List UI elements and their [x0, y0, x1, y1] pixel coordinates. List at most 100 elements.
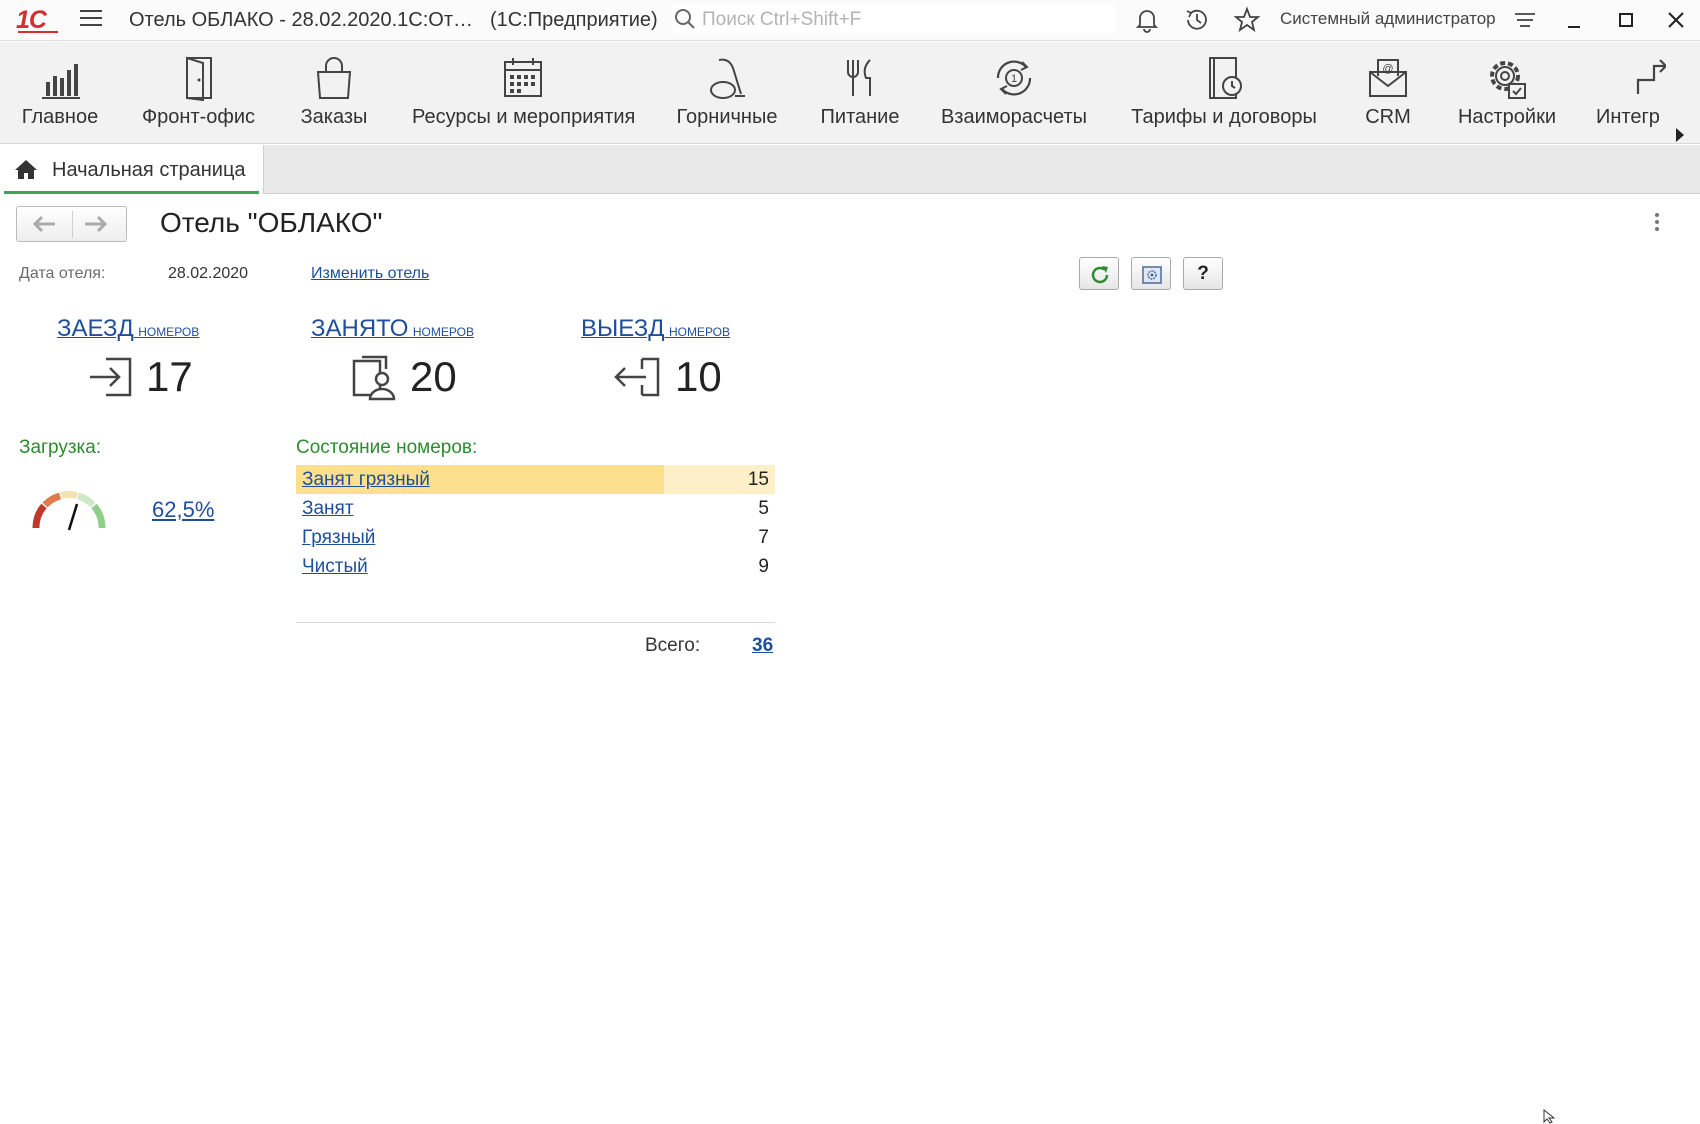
integration-icon [1636, 59, 1666, 94]
section-label: Питание [820, 106, 900, 128]
main-menu-icon[interactable] [80, 10, 102, 30]
vacuum-icon [710, 58, 745, 99]
section-integration[interactable]: Интегр [1596, 42, 1666, 144]
room-state-count: 9 [758, 556, 769, 577]
load-value-link[interactable]: 62,5% [152, 497, 214, 523]
mouse-cursor-icon [1543, 1109, 1556, 1124]
crm-mail-icon: @ [1369, 59, 1407, 97]
checkout-head: ВЫЕЗД [581, 315, 665, 342]
checkin-count: 17 [146, 353, 193, 400]
search-placeholder: Поиск Ctrl+Shift+F [702, 9, 862, 30]
tab-label: Начальная страница [52, 159, 246, 181]
room-state-label: Состояние номеров: [296, 437, 478, 458]
minimize-icon[interactable] [1560, 6, 1588, 34]
bar-chart-icon [42, 64, 80, 99]
section-label: Интегр [1596, 106, 1660, 128]
section-orders[interactable]: Заказы [288, 42, 380, 144]
title-bar: 1С Отель ОБЛАКО - 28.02.2020.1С:От… (1С:… [0, 0, 1700, 41]
shopping-bag-icon [316, 57, 352, 99]
user-name[interactable]: Системный администратор [1280, 9, 1496, 29]
section-label: Настройки [1457, 106, 1557, 128]
nav-separator [72, 211, 73, 238]
occupied-head: ЗАНЯТО [311, 315, 409, 342]
section-label: Фронт-офис [141, 106, 256, 128]
section-label: Тарифы и договоры [1131, 106, 1317, 128]
tab-home-page[interactable]: Начальная страница [0, 145, 264, 194]
section-settings[interactable]: Настройки [1454, 42, 1560, 144]
occupied-link[interactable]: ЗАНЯТО номеров [311, 315, 474, 343]
section-food[interactable]: Питание [812, 42, 908, 144]
section-label: CRM [1365, 106, 1411, 128]
room-state-name-link[interactable]: Грязный [302, 527, 375, 549]
forward-arrow-icon[interactable] [81, 213, 111, 235]
refresh-button[interactable] [1079, 257, 1119, 290]
maximize-icon[interactable] [1612, 6, 1640, 34]
section-label: Взаиморасчеты [940, 106, 1088, 128]
home-icon [15, 160, 37, 179]
back-arrow-icon[interactable] [29, 213, 59, 235]
room-state-divider [296, 622, 775, 623]
cutlery-icon [847, 59, 871, 96]
hotel-date-value: 28.02.2020 [168, 265, 249, 282]
checkin-sub: номеров [138, 321, 200, 340]
section-front-office[interactable]: Фронт-офис [136, 42, 261, 144]
room-state-count: 15 [747, 469, 769, 490]
section-resources[interactable]: Ресурсы и мероприятия [412, 42, 636, 144]
close-icon[interactable] [1662, 6, 1690, 34]
section-label: Горничные [676, 106, 778, 128]
section-tariffs[interactable]: Тарифы и договоры [1130, 42, 1318, 144]
section-label: Главное [21, 106, 99, 128]
room-state-name-link[interactable]: Занят [302, 498, 354, 520]
checkin-icon [90, 357, 132, 397]
contract-icon [1209, 57, 1242, 99]
room-state-row[interactable]: Чистый 9 [296, 552, 775, 581]
page-title: Отель "ОБЛАКО" [160, 207, 383, 238]
sections-panel: Главное Фронт-офис Заказы Ресурсы и меро… [0, 42, 1700, 144]
bell-icon[interactable] [1133, 6, 1161, 34]
checkout-icon [614, 357, 660, 397]
more-actions-icon[interactable] [1655, 213, 1659, 233]
room-state-name-link[interactable]: Чистый [302, 556, 368, 578]
checkin-head: ЗАЕЗД [57, 315, 134, 342]
settings-form-icon [1142, 266, 1162, 284]
1c-logo[interactable]: 1С [16, 6, 62, 34]
svg-text:1: 1 [1011, 73, 1017, 85]
open-tabs-bar: Начальная страница [0, 145, 1700, 194]
load-gauge [32, 491, 106, 531]
active-tab-indicator [4, 191, 259, 194]
occupied-room-icon [352, 355, 396, 401]
room-state-name-link[interactable]: Занят грязный [302, 469, 430, 491]
history-nav [16, 206, 127, 242]
platform-label: (1С:Предприятие) [490, 9, 658, 31]
section-main[interactable]: Главное [8, 42, 112, 144]
room-state-row[interactable]: Грязный 7 [296, 523, 775, 552]
scroll-sections-right-icon[interactable] [1676, 128, 1684, 142]
settlement-icon: 1 [996, 60, 1032, 96]
room-state-count: 7 [758, 527, 769, 548]
window-title: Отель ОБЛАКО - 28.02.2020.1С:От… [129, 9, 473, 31]
occupied-count: 20 [410, 353, 457, 400]
room-state-count: 5 [758, 498, 769, 519]
change-hotel-link[interactable]: Изменить отель [311, 265, 429, 283]
total-value-link[interactable]: 36 [752, 635, 773, 657]
settings-menu-icon[interactable] [1511, 6, 1539, 34]
section-settlements[interactable]: 1 Взаиморасчеты [938, 42, 1090, 144]
favorites-star-icon[interactable] [1233, 6, 1261, 34]
checkin-link[interactable]: ЗАЕЗД номеров [57, 315, 199, 343]
gauge-needle [67, 503, 79, 531]
hotel-date-label: Дата отеля: [19, 265, 106, 282]
total-label: Всего: [645, 635, 701, 656]
history-icon[interactable] [1183, 6, 1211, 34]
room-state-row[interactable]: Занят 5 [296, 494, 775, 523]
settings-button[interactable] [1131, 257, 1171, 290]
search-field[interactable]: Поиск Ctrl+Shift+F [672, 4, 1116, 34]
room-state-row[interactable]: Занят грязный 15 [296, 465, 775, 494]
checkout-link[interactable]: ВЫЕЗД номеров [581, 315, 730, 343]
section-maids[interactable]: Горничные [672, 42, 782, 144]
help-button[interactable]: ? [1183, 257, 1223, 290]
checkout-count: 10 [675, 353, 722, 400]
section-crm[interactable]: @ CRM [1354, 42, 1422, 144]
checkout-sub: номеров [668, 321, 731, 340]
section-label: Ресурсы и мероприятия [412, 106, 636, 128]
section-label: Заказы [300, 106, 368, 128]
